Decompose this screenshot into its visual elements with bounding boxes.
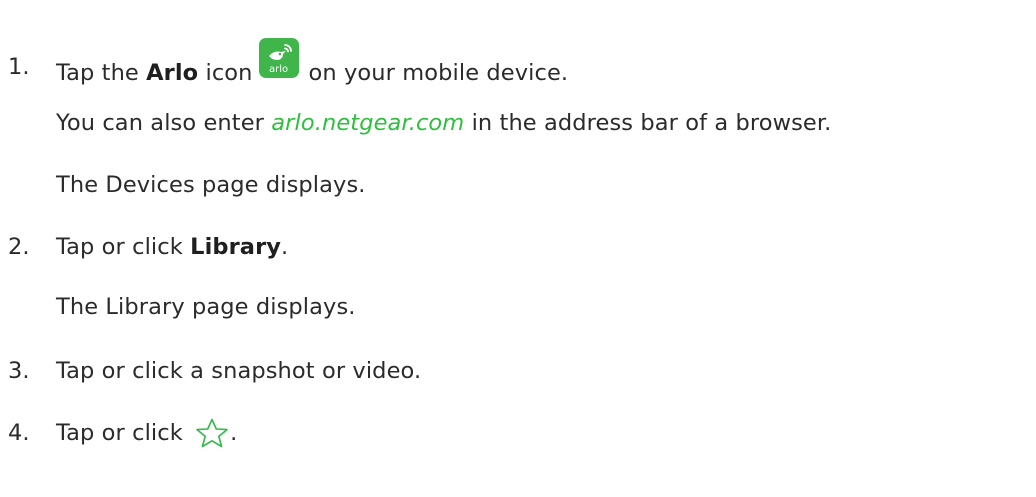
note-pre: You can also enter: [56, 110, 272, 136]
step-3-text: Tap or click a snapshot or video.: [56, 358, 422, 384]
arlo-netgear-link[interactable]: arlo.netgear.com: [271, 110, 464, 136]
library-bold: Library: [190, 234, 282, 260]
step-2-result: The Library page displays.: [56, 294, 356, 320]
note-post: in the address bar of a browser.: [464, 110, 832, 136]
step-1-note: You can also enter arlo.netgear.com in t…: [56, 108, 831, 138]
step-1-after-icon: on your mobile device.: [308, 60, 569, 86]
step-4-text: Tap or click .: [56, 418, 237, 448]
step-4-post: .: [230, 420, 238, 446]
step-1-post-bold: icon: [198, 60, 253, 86]
step-number: 2.: [8, 234, 30, 260]
step-2-pre: Tap or click: [56, 234, 191, 260]
step-4-pre: Tap or click: [56, 420, 191, 446]
arlo-bold: Arlo: [146, 60, 199, 86]
step-2-text: Tap or click Library.: [56, 232, 288, 262]
arlo-app-icon: arlo: [258, 38, 299, 78]
step-1-text: Tap the Arlo icon arlo on your mobile dev…: [56, 38, 569, 92]
step-number: 4.: [8, 420, 30, 446]
step-2-post: .: [281, 234, 289, 260]
arlo-icon-label: arlo: [268, 64, 289, 75]
step-number: 1.: [8, 54, 30, 80]
step-1-pre: Tap the: [56, 60, 147, 86]
step-1-result: The Devices page displays.: [56, 172, 366, 198]
star-outline-icon: [196, 418, 228, 448]
step-number: 3.: [8, 358, 30, 384]
